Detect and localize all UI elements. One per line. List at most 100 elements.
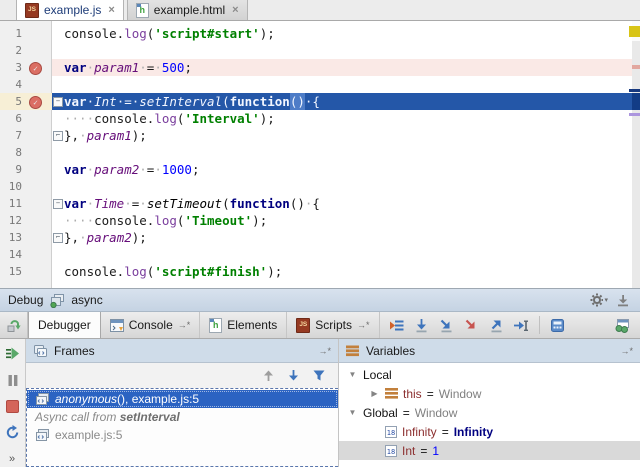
- stack-frame-row[interactable]: anonymous(), example.js:5: [27, 390, 338, 408]
- view-breakpoints-icon[interactable]: [608, 312, 636, 338]
- code-line-5[interactable]: 5✓−var·Int·=·setInterval(function()·{: [0, 93, 632, 110]
- editor-tab-example.html[interactable]: hexample.html×: [127, 0, 248, 20]
- code-line-7[interactable]: 7⌐},·param1);: [0, 127, 632, 144]
- gutter-cell[interactable]: 13: [0, 229, 52, 246]
- gutter-cell[interactable]: 7: [0, 127, 52, 144]
- async-frames-separator: Async call from setInterval: [27, 408, 338, 426]
- variables-tree[interactable]: ▼Local▶this=Window▼Global=Window18Infini…: [339, 363, 640, 467]
- step-out-icon[interactable]: [485, 314, 508, 337]
- variable-row-this[interactable]: ▶this=Window: [339, 384, 640, 403]
- show-execution-point-icon[interactable]: [385, 314, 408, 337]
- code-token: =: [147, 59, 155, 76]
- gutter-cell[interactable]: 5✓: [0, 93, 52, 110]
- code-token: {: [312, 93, 320, 110]
- scrollbar-error-stripe[interactable]: [632, 21, 640, 288]
- fold-marker-end[interactable]: ⌐: [53, 131, 63, 141]
- code-token: },: [64, 127, 79, 144]
- fold-marker-start[interactable]: −: [53, 97, 63, 107]
- inspection-status-marker[interactable]: [629, 26, 640, 37]
- chevron-down-icon[interactable]: ▼: [347, 370, 358, 379]
- variable-row-Int[interactable]: 18Int=1: [339, 441, 640, 460]
- gutter-cell[interactable]: 1: [0, 25, 52, 42]
- code-line-9[interactable]: 9var·param2·=·1000;: [0, 161, 632, 178]
- filter-icon[interactable]: [312, 369, 326, 382]
- variable-row-Local[interactable]: ▼Local: [339, 365, 640, 384]
- frames-list[interactable]: anonymous(), example.js:5Async call from…: [26, 388, 338, 467]
- fold-marker-start[interactable]: −: [53, 199, 63, 209]
- fold-marker-end[interactable]: ⌐: [53, 233, 63, 243]
- force-step-into-icon[interactable]: [460, 314, 483, 337]
- gutter-cell[interactable]: 10: [0, 178, 52, 195]
- down-arrow-icon[interactable]: [287, 369, 300, 382]
- frames-toolbar: [26, 363, 338, 388]
- stripe-breakpoint-line-marker[interactable]: [632, 65, 640, 69]
- code-line-15[interactable]: 15console.log('script#finish');: [0, 263, 632, 280]
- debug-tab-debugger[interactable]: Debugger: [28, 312, 101, 338]
- code-token: },: [64, 229, 79, 246]
- line-number: 5: [0, 93, 26, 110]
- code-line-14[interactable]: 14: [0, 246, 632, 263]
- stripe-highlight-marker[interactable]: [629, 113, 640, 116]
- code-token: setTimeout: [147, 195, 222, 212]
- up-arrow-icon[interactable]: [262, 369, 275, 382]
- code-line-12[interactable]: 12····console.log('Timeout');: [0, 212, 632, 229]
- code-line-10[interactable]: 10: [0, 178, 632, 195]
- code-editor[interactable]: 1console.log('script#start');23✓var·para…: [0, 21, 640, 288]
- stop-icon[interactable]: [5, 399, 21, 414]
- evaluate-expression-icon[interactable]: [546, 314, 569, 337]
- gutter-cell[interactable]: 2: [0, 42, 52, 59]
- stripe-execution-line-marker[interactable]: [632, 93, 640, 110]
- variable-row-Global[interactable]: ▼Global=Window: [339, 403, 640, 422]
- step-into-icon[interactable]: [435, 314, 458, 337]
- debug-session-name: async: [71, 293, 102, 307]
- rerun-icon[interactable]: [5, 425, 21, 440]
- gutter-cell[interactable]: 8: [0, 144, 52, 161]
- code-token: (): [290, 195, 305, 212]
- gutter-cell[interactable]: 14: [0, 246, 52, 263]
- more-chevrons-icon[interactable]: »: [5, 452, 21, 467]
- scrollbar-track[interactable]: [632, 41, 640, 288]
- editor-tab-example.js[interactable]: JSexample.js×: [16, 0, 124, 20]
- gutter-cell[interactable]: 9: [0, 161, 52, 178]
- close-icon[interactable]: ×: [108, 4, 114, 16]
- code-line-8[interactable]: 8: [0, 144, 632, 161]
- hide-panel-icon[interactable]: [614, 291, 632, 309]
- stack-frame-row[interactable]: example.js:5: [27, 426, 338, 444]
- variable-row-Infinity[interactable]: 18Infinity=Infinity: [339, 422, 640, 441]
- code-line-6[interactable]: 6····console.log('Interval');: [0, 110, 632, 127]
- gutter-cell[interactable]: 4: [0, 76, 52, 93]
- gear-icon[interactable]: ▾: [590, 291, 608, 309]
- dock-pin-indicator: →*: [357, 320, 370, 330]
- rerun-session-icon[interactable]: [0, 312, 28, 338]
- breakpoint-icon[interactable]: ✓: [29, 96, 42, 109]
- code-token: ·: [87, 195, 95, 212]
- code-token: param2: [94, 161, 139, 178]
- gutter-cell[interactable]: 3✓: [0, 59, 52, 76]
- gutter-cell[interactable]: 11: [0, 195, 52, 212]
- code-line-4[interactable]: 4: [0, 76, 632, 93]
- resume-icon[interactable]: [5, 346, 21, 361]
- code-line-1[interactable]: 1console.log('script#start');: [0, 25, 632, 42]
- code-token: =: [147, 161, 155, 178]
- code-line-3[interactable]: 3✓var·param1·=·500;: [0, 59, 632, 76]
- gutter-cell[interactable]: 15: [0, 263, 52, 280]
- step-over-icon[interactable]: [410, 314, 433, 337]
- gutter-cell[interactable]: 12: [0, 212, 52, 229]
- stripe-execution-marker[interactable]: [629, 89, 640, 92]
- debug-tab-console[interactable]: Console→*: [101, 312, 201, 338]
- code-line-13[interactable]: 13⌐},·param2);: [0, 229, 632, 246]
- code-line-2[interactable]: 2: [0, 42, 632, 59]
- pause-icon[interactable]: [5, 372, 21, 387]
- close-icon[interactable]: ×: [232, 4, 238, 16]
- chevron-right-icon[interactable]: ▶: [369, 389, 380, 398]
- debug-tab-scripts[interactable]: JSScripts→*: [287, 312, 379, 338]
- gutter-cell[interactable]: 6: [0, 110, 52, 127]
- code-token: =: [124, 93, 132, 110]
- run-to-cursor-icon[interactable]: [510, 314, 533, 337]
- line-number: 10: [0, 178, 26, 195]
- code-token: Int: [94, 93, 117, 110]
- debug-tab-elements[interactable]: hElements: [200, 312, 287, 338]
- chevron-down-icon[interactable]: ▼: [347, 408, 358, 417]
- breakpoint-icon[interactable]: ✓: [29, 62, 42, 75]
- code-line-11[interactable]: 11−var·Time·=·setTimeout(function()·{: [0, 195, 632, 212]
